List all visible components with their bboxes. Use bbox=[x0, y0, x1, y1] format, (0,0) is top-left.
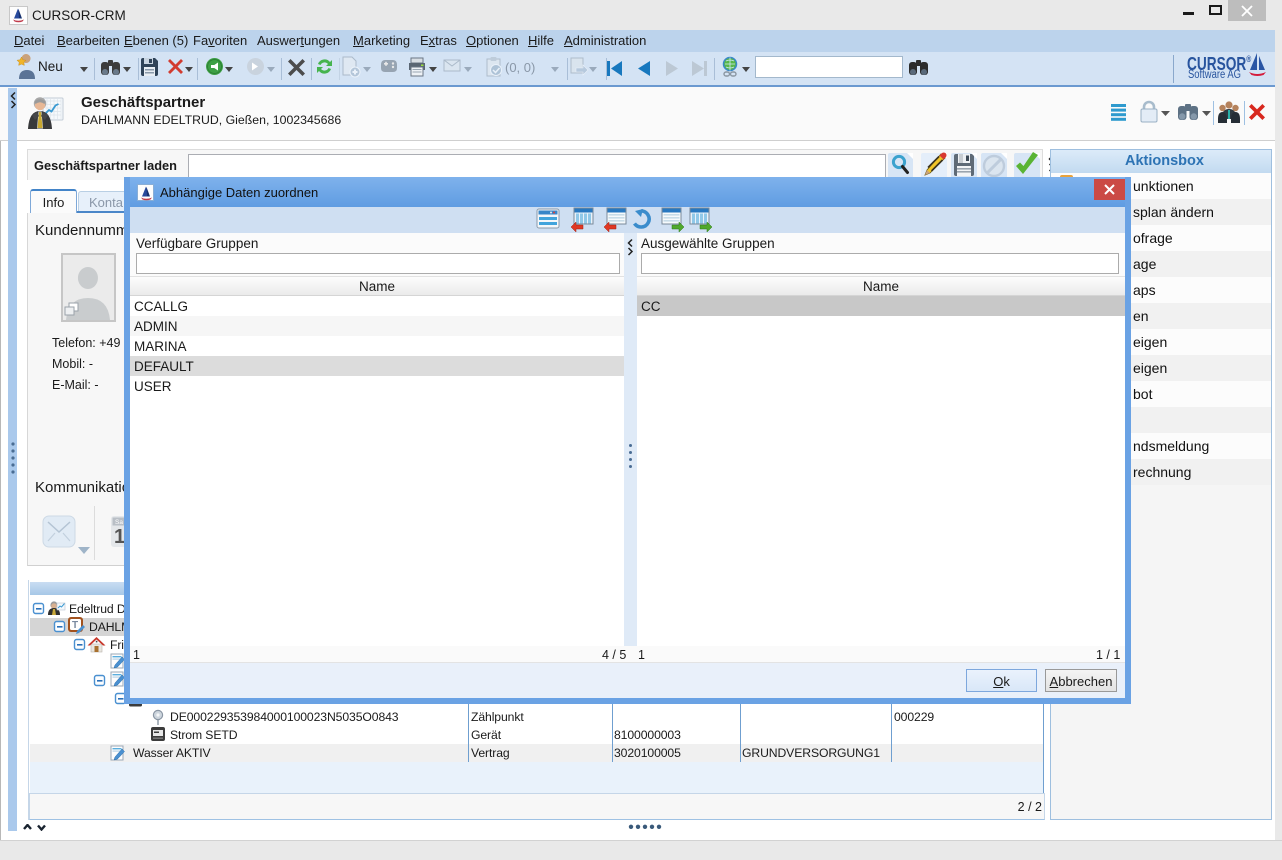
svg-text:(0, 0): (0, 0) bbox=[505, 60, 535, 75]
svg-text:Sa: Sa bbox=[115, 519, 123, 526]
svg-text:T: T bbox=[72, 620, 78, 631]
